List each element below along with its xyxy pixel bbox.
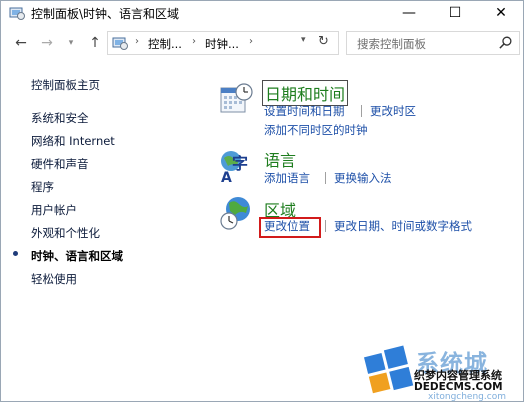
address-segment-clock[interactable]: 时钟... <box>205 36 239 52</box>
add-clocks-link[interactable]: 添加不同时区的时钟 <box>264 122 368 138</box>
up-arrow-icon: ↑ <box>89 35 101 51</box>
watermark: 系统城 织梦内容管理系统 DEDECMS.COM xitongcheng.com <box>360 340 524 402</box>
navigation-bar: ← → ▾ ↑ › 控制... › 时钟... › ▾ ↻ 搜索控制面板 <box>0 30 524 56</box>
address-separator[interactable]: › <box>249 36 253 47</box>
recent-locations-button[interactable]: ▾ <box>62 34 80 52</box>
change-formats-link[interactable]: 更改日期、时间或数字格式 <box>334 218 472 234</box>
search-box[interactable]: 搜索控制面板 <box>346 31 520 55</box>
change-input-method-link[interactable]: 更换输入法 <box>334 170 392 186</box>
forward-arrow-icon: → <box>41 35 53 51</box>
svg-text:A: A <box>221 170 232 184</box>
up-button[interactable]: ↑ <box>86 34 104 52</box>
current-item-bullet <box>13 251 18 256</box>
sidebar-item-control-panel-home[interactable]: 控制面板主页 <box>31 77 100 93</box>
globe-clock-icon[interactable] <box>218 196 254 232</box>
sidebar-item-ease-of-access[interactable]: 轻松使用 <box>31 271 77 287</box>
address-bar[interactable]: › 控制... › 时钟... › ▾ ↻ <box>107 31 339 55</box>
language-title[interactable]: 语言 <box>264 147 296 171</box>
sidebar-item-network-internet[interactable]: 网络和 Internet <box>31 133 115 149</box>
control-panel-icon <box>112 37 128 50</box>
sidebar-item-user-accounts[interactable]: 用户帐户 <box>31 202 77 218</box>
title-bar: 控制面板\时钟、语言和区域 — ☐ ✕ <box>0 0 524 26</box>
maximize-button[interactable]: ☐ <box>432 0 478 26</box>
address-separator[interactable]: › <box>192 36 196 47</box>
back-arrow-icon: ← <box>15 35 27 51</box>
calendar-clock-icon[interactable] <box>218 82 254 118</box>
address-segment-control-panel[interactable]: 控制... <box>148 36 182 52</box>
set-time-date-link[interactable]: 设置时间和日期 <box>264 103 345 119</box>
sidebar-item-hardware-sound[interactable]: 硬件和声音 <box>31 156 89 172</box>
change-timezone-link[interactable]: 更改时区 <box>370 103 416 119</box>
language-icon[interactable]: 字 A <box>218 148 254 184</box>
sidebar-item-system-security[interactable]: 系统和安全 <box>31 110 89 126</box>
refresh-icon[interactable]: ↻ <box>318 34 329 49</box>
close-icon: ✕ <box>495 5 507 21</box>
highlight-box <box>259 217 321 238</box>
chevron-down-icon: ▾ <box>68 38 74 48</box>
link-separator <box>361 105 362 117</box>
link-separator <box>325 172 326 184</box>
sidebar-item-programs[interactable]: 程序 <box>31 179 54 195</box>
address-separator[interactable]: › <box>135 36 139 47</box>
link-separator <box>325 220 326 232</box>
window-title: 控制面板\时钟、语言和区域 <box>31 7 180 21</box>
sidebar-item-clock-language-region[interactable]: 时钟、语言和区域 <box>31 248 123 264</box>
svg-text:字: 字 <box>232 154 248 173</box>
minimize-button[interactable]: — <box>386 0 432 26</box>
windows-logo-icon <box>363 345 414 394</box>
sidebar-item-appearance[interactable]: 外观和个性化 <box>31 225 100 241</box>
search-icon[interactable] <box>498 35 513 50</box>
search-placeholder[interactable]: 搜索控制面板 <box>357 36 426 52</box>
close-button[interactable]: ✕ <box>478 0 524 26</box>
forward-button[interactable]: → <box>38 34 56 52</box>
watermark-site-domain: xitongcheng.com <box>428 392 506 402</box>
back-button[interactable]: ← <box>12 34 30 52</box>
maximize-icon: ☐ <box>448 5 462 21</box>
add-language-link[interactable]: 添加语言 <box>264 170 310 186</box>
control-panel-icon <box>9 7 25 20</box>
minimize-icon: — <box>402 5 416 21</box>
address-dropdown-icon[interactable]: ▾ <box>301 35 306 45</box>
